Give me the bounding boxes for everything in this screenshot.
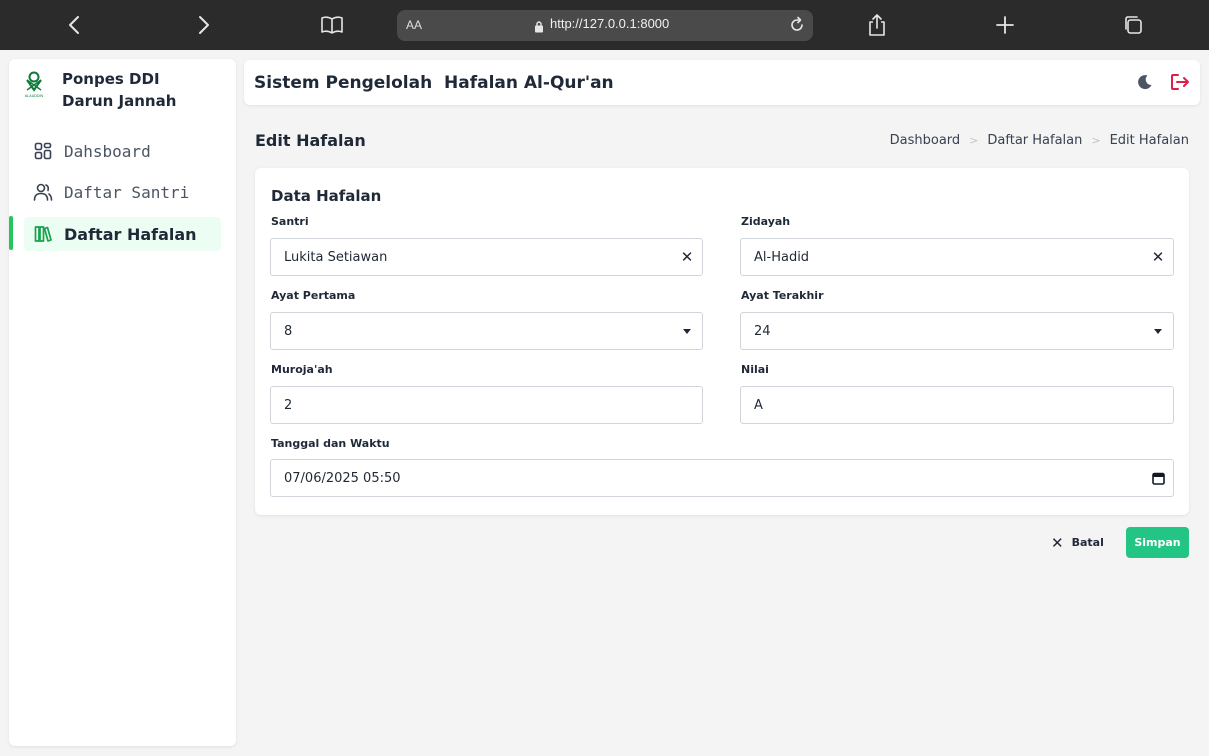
cancel-button[interactable]: ✕ Batal [1051, 527, 1104, 558]
brand-line-1: Ponpes DDI [62, 70, 160, 88]
clear-icon[interactable]: ✕ [672, 248, 702, 266]
breadcrumb-daftar-hafalan[interactable]: Daftar Hafalan [987, 133, 1082, 148]
sidebar: ALAUDDIN Ponpes DDI Darun Jannah Dahsboa… [9, 59, 236, 746]
reader-icon[interactable] [318, 0, 346, 50]
new-tab-icon[interactable] [993, 0, 1017, 50]
brand-name: Ponpes DDI Darun Jannah [62, 68, 176, 112]
browser-toolbar: AA http://127.0.0.1:8000 [0, 0, 1209, 50]
tabs-icon[interactable] [1121, 0, 1145, 50]
reload-icon[interactable] [788, 16, 806, 38]
breadcrumb: Dashboard > Daftar Hafalan > Edit Hafala… [890, 133, 1189, 148]
calendar-icon[interactable] [1143, 472, 1173, 485]
save-button[interactable]: Simpan [1126, 527, 1189, 558]
url-text: http://127.0.0.1:8000 [550, 16, 670, 31]
ayat-terakhir-select[interactable]: 24 [740, 312, 1174, 350]
lock-icon [534, 18, 544, 37]
chevron-right-icon: > [1091, 134, 1101, 147]
santri-value: Lukita Setiawan [284, 249, 388, 265]
nilai-label: Nilai [741, 363, 769, 376]
address-bar[interactable]: AA http://127.0.0.1:8000 [397, 10, 813, 41]
clear-icon[interactable]: ✕ [1143, 248, 1173, 266]
top-header: Sistem Pengelolah Hafalan Al-Qur'an [244, 60, 1200, 105]
santri-select[interactable]: Lukita Setiawan ✕ [270, 238, 703, 276]
cancel-label: Batal [1071, 536, 1104, 549]
ayat-pertama-select[interactable]: 8 [270, 312, 703, 350]
chevron-down-icon [672, 328, 702, 334]
murojaah-label: Muroja'ah [271, 363, 333, 376]
chevron-down-icon [1143, 328, 1173, 334]
breadcrumb-dashboard[interactable]: Dashboard [890, 133, 961, 148]
app-title: Sistem Pengelolah Hafalan Al-Qur'an [254, 73, 614, 93]
users-icon [32, 181, 54, 203]
ayat-terakhir-value: 24 [754, 323, 771, 339]
sidebar-item-label: Daftar Hafalan [64, 224, 197, 244]
tanggal-value: 07/06/2025 05:50 [284, 470, 401, 486]
close-icon: ✕ [1051, 533, 1064, 552]
murojaah-value: 2 [284, 397, 293, 413]
dashboard-icon [32, 140, 54, 162]
chevron-right-icon: > [969, 134, 979, 147]
sidebar-item-dashboard[interactable]: Dahsboard [24, 134, 221, 168]
sidebar-item-label: Dahsboard [64, 141, 151, 161]
card-title: Data Hafalan [271, 187, 382, 205]
tanggal-label: Tanggal dan Waktu [271, 437, 390, 450]
ayat-pertama-label: Ayat Pertama [271, 289, 356, 302]
back-icon[interactable] [62, 0, 86, 50]
ayat-terakhir-label: Ayat Terakhir [741, 289, 824, 302]
logo: ALAUDDIN [23, 71, 45, 99]
nilai-value: A [754, 397, 763, 413]
logout-icon[interactable] [1170, 73, 1190, 95]
sidebar-item-label: Daftar Santri [64, 182, 190, 202]
santri-label: Santri [271, 215, 309, 228]
active-indicator [9, 216, 13, 250]
page-title: Edit Hafalan [255, 131, 366, 150]
sidebar-item-hafalan[interactable]: Daftar Hafalan [24, 217, 221, 251]
text-size-button[interactable]: AA [406, 18, 422, 32]
zidayah-label: Zidayah [741, 215, 791, 228]
nilai-input[interactable]: A [740, 386, 1174, 424]
brand-line-2: Darun Jannah [62, 92, 177, 110]
share-icon[interactable] [865, 0, 889, 50]
ayat-pertama-value: 8 [284, 323, 293, 339]
zidayah-value: Al-Hadid [754, 249, 810, 265]
sidebar-item-santri[interactable]: Daftar Santri [24, 175, 221, 209]
books-icon [32, 223, 54, 245]
breadcrumb-edit-hafalan: Edit Hafalan [1109, 133, 1189, 148]
zidayah-select[interactable]: Al-Hadid ✕ [740, 238, 1174, 276]
form-card: Data Hafalan Santri Lukita Setiawan ✕ Zi… [255, 168, 1189, 515]
forward-icon[interactable] [192, 0, 216, 50]
moon-icon[interactable] [1137, 74, 1153, 94]
svg-text:ALAUDDIN: ALAUDDIN [25, 94, 44, 98]
tanggal-input[interactable]: 07/06/2025 05:50 [270, 459, 1174, 497]
murojaah-input[interactable]: 2 [270, 386, 703, 424]
